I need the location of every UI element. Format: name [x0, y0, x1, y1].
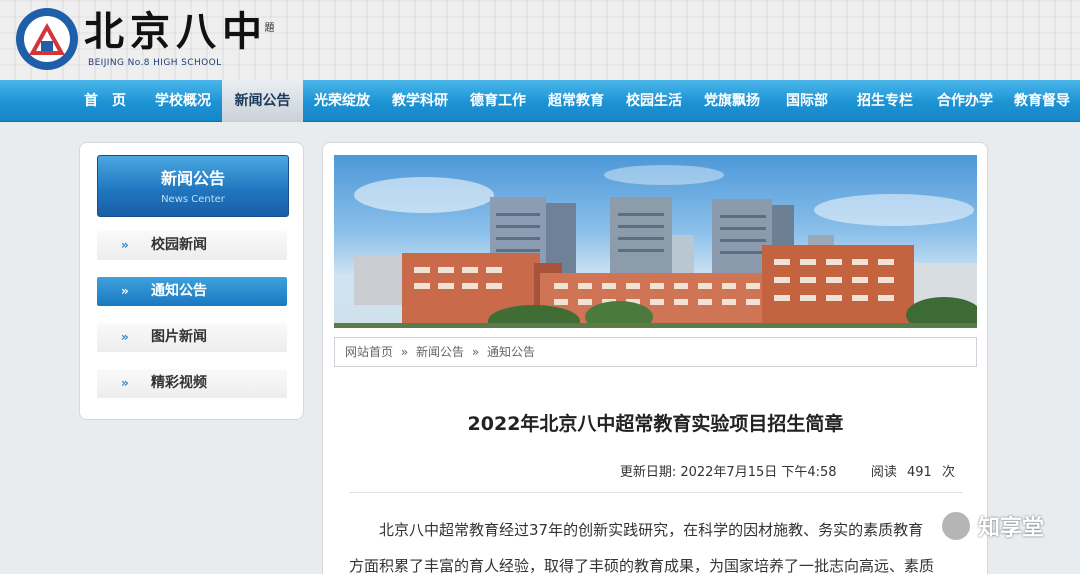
double-arrow-icon: » — [121, 330, 129, 344]
nav-item-moral[interactable]: 德育工作 — [459, 80, 537, 122]
views-label: 阅读 — [870, 465, 897, 480]
chat-logo-icon — [939, 510, 972, 542]
sidebar-item-label: 精彩视频 — [151, 375, 207, 391]
article-title: 2022年北京八中超常教育实验项目招生简章 — [467, 413, 844, 435]
sidebar-item-videos[interactable]: » 精彩视频 — [97, 369, 287, 398]
article-paragraph-1: 北京八中超常教育经过37年的创新实践研究，在科学的因材施教、务实的素质教育 — [379, 521, 924, 539]
article-meta: 更新日期: 2022年7月15日 下午4:58 阅读 491 次 — [620, 461, 955, 480]
double-arrow-icon: » — [121, 238, 129, 252]
divider — [349, 492, 963, 493]
breadcrumb: 网站首页 » 新闻公告 » 通知公告 — [334, 337, 977, 367]
breadcrumb-home-link[interactable]: 网站首页 — [345, 345, 393, 359]
sidebar-item-label: 图片新闻 — [151, 329, 207, 345]
nav-item-international[interactable]: 国际部 — [771, 80, 843, 122]
sidebar: 新闻公告 News Center » 校园新闻 » 通知公告 » 图片新闻 » … — [79, 142, 304, 420]
emblem-triangle-icon — [29, 23, 65, 55]
update-date: 更新日期: 2022年7月15日 下午4:58 — [619, 465, 837, 480]
nav-item-gifted[interactable]: 超常教育 — [537, 80, 615, 122]
breadcrumb-notices-link[interactable]: 通知公告 — [487, 345, 535, 359]
main-content: 网站首页 » 新闻公告 » 通知公告 2022年北京八中超常教育实验项目招生简章… — [322, 142, 988, 574]
sidebar-item-photo-news[interactable]: » 图片新闻 — [97, 323, 287, 352]
main-nav: 首 页 学校概况 新闻公告 光荣绽放 教学科研 德育工作 超常教育 校园生活 党… — [0, 80, 1080, 122]
article-paragraph-2: 方面积累了丰富的育人经验，取得了丰硕的教育成果，为国家培养了一批志向高远、素质 — [349, 557, 935, 574]
sidebar-header: 新闻公告 News Center — [97, 155, 289, 217]
sidebar-subtitle: News Center — [161, 194, 225, 205]
sidebar-item-label: 校园新闻 — [151, 237, 207, 253]
watermark: 知享堂 — [939, 510, 1044, 542]
breadcrumb-news-link[interactable]: 新闻公告 — [416, 345, 464, 359]
watermark-text: 知享堂 — [977, 516, 1044, 541]
nav-item-cooperation[interactable]: 合作办学 — [926, 80, 1004, 122]
nav-item-home[interactable]: 首 页 — [66, 80, 144, 122]
calligraphy-seal: 題 — [262, 22, 273, 32]
breadcrumb-separator: » — [471, 345, 480, 359]
sidebar-item-notices[interactable]: » 通知公告 — [97, 277, 287, 306]
nav-item-campus[interactable]: 校园生活 — [615, 80, 693, 122]
campus-banner-image — [334, 155, 977, 328]
nav-item-party[interactable]: 党旗飘扬 — [693, 80, 771, 122]
nav-item-honors[interactable]: 光荣绽放 — [303, 80, 381, 122]
school-name-logo[interactable]: 北京八中 — [84, 10, 268, 54]
double-arrow-icon: » — [121, 376, 129, 390]
breadcrumb-separator: » — [400, 345, 409, 359]
views-count: 491 — [907, 465, 932, 480]
nav-item-supervision[interactable]: 教育督导 — [1004, 80, 1080, 122]
emblem-inner — [24, 16, 70, 62]
school-emblem-icon[interactable] — [16, 8, 78, 70]
campus-buildings-illustration — [334, 165, 977, 328]
views-unit: 次 — [941, 465, 955, 480]
school-english-name: BEIJING No.8 HIGH SCHOOL — [88, 58, 222, 68]
nav-item-admissions[interactable]: 招生专栏 — [848, 80, 922, 122]
nav-item-news[interactable]: 新闻公告 — [222, 80, 303, 122]
sidebar-item-campus-news[interactable]: » 校园新闻 — [97, 231, 287, 260]
nav-item-about[interactable]: 学校概况 — [144, 80, 222, 122]
sidebar-item-label: 通知公告 — [151, 283, 207, 299]
sidebar-title: 新闻公告 — [160, 169, 225, 188]
nav-item-teaching[interactable]: 教学科研 — [381, 80, 459, 122]
double-arrow-icon: » — [121, 284, 129, 298]
